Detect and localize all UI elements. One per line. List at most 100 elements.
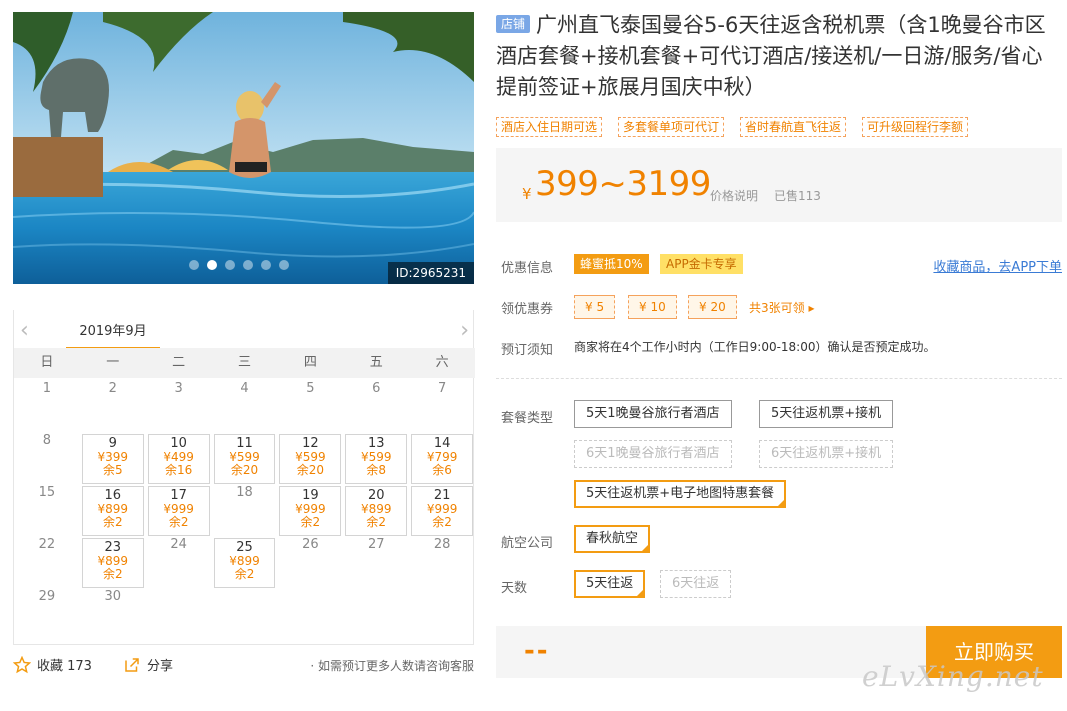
days-option-5d[interactable]: 5天往返 (574, 570, 646, 598)
carousel-dot[interactable] (279, 260, 289, 270)
calendar-week-row: 22 23 ¥899 余2 24 25 ¥899 余2 26 27 28 (14, 536, 475, 588)
calendar-day-number: 19 (302, 488, 319, 503)
next-month-icon[interactable]: › (460, 318, 469, 343)
weekday-label: 一 (106, 355, 120, 370)
calendar-day: 22 (14, 536, 80, 588)
calendar-day-available[interactable]: 14 ¥799 余6 (411, 434, 474, 484)
calendar-day-number: 3 (174, 381, 183, 396)
calendar-day: 4 (212, 380, 278, 432)
calendar-day-available[interactable]: 19 ¥999 余2 (279, 486, 342, 536)
feature-tag: 多套餐单项可代订 (618, 117, 725, 137)
calendar-day-available[interactable]: 17 ¥999 余2 (147, 486, 210, 536)
package-option-6d-hotel[interactable]: 6天1晚曼谷旅行者酒店 (574, 440, 732, 468)
calendar-day-number: 17 (170, 488, 187, 503)
calendar-day-available[interactable]: 10 ¥499 余16 (147, 434, 210, 484)
booking-notice: 商家将在4个工作小时内（工作日9:00-18:00）确认是否预定成功。 (574, 340, 936, 354)
carousel-dot[interactable] (261, 260, 271, 270)
days-label: 天数 (501, 581, 528, 596)
favorite-button[interactable]: 收藏 173 (13, 655, 92, 674)
coupon-5[interactable]: ¥ 5 (574, 295, 616, 319)
calendar-day-available[interactable]: 16 ¥899 余2 (81, 486, 144, 536)
shop-badge[interactable]: 店铺 (496, 15, 531, 33)
calendar-weekdays: 日 一 二 三 四 五 六 (14, 348, 475, 378)
sold-count: 已售113 (774, 189, 821, 203)
calendar-day-number: 23 (104, 540, 122, 555)
calendar-day-number: 5 (306, 381, 315, 396)
image-id-label: ID:2965231 (387, 262, 474, 284)
calendar-day-stock: 余2 (234, 567, 255, 581)
section-divider (496, 378, 1062, 379)
weekday-label: 五 (369, 355, 383, 370)
weekday-label: 二 (172, 355, 186, 370)
calendar-day-number: 10 (170, 436, 187, 451)
package-option-6d-flight-pickup[interactable]: 6天往返机票+接机 (759, 440, 894, 468)
app-gold-card-badge: APP金卡专享 (660, 254, 743, 274)
calendar-day-available[interactable]: 21 ¥999 余2 (411, 486, 474, 536)
calendar-day-available[interactable]: 23 ¥899 余2 (81, 538, 144, 588)
calendar-day-available[interactable]: 9 ¥399 余5 (81, 434, 144, 484)
weekday-label: 四 (303, 355, 317, 370)
calendar-day: 7 (409, 380, 475, 432)
airline-option-spring[interactable]: 春秋航空 (574, 525, 651, 553)
calendar-day: 5 (277, 380, 343, 432)
feature-tag: 可升级回程行李额 (862, 117, 969, 137)
calendar-day-stock: 余2 (300, 515, 321, 529)
calendar-day-number: 16 (104, 488, 122, 503)
calendar-day-available[interactable]: 11 ¥599 余20 (213, 434, 276, 484)
weekday-label: 日 (40, 355, 54, 370)
calendar-day: 1 (14, 380, 80, 432)
weekday-label: 六 (435, 355, 449, 370)
calendar-day: 3 (146, 380, 212, 432)
carousel-dot[interactable] (225, 260, 235, 270)
calendar-day-number: 21 (433, 488, 451, 503)
price-calendar: ‹ 2019年9月 › 日 一 二 三 四 五 六 1 2 3 4 5 6 7 8 9 ¥399 余… (13, 310, 475, 645)
calendar-day: 29 (14, 588, 80, 640)
product-hero-image[interactable]: ID:2965231 (13, 12, 474, 284)
calendar-day-available[interactable]: 20 ¥899 余2 (345, 486, 408, 536)
feature-tag: 酒店入住日期可选 (496, 117, 603, 137)
days-option-6d[interactable]: 6天往返 (660, 570, 732, 598)
coupon-10[interactable]: ¥ 10 (628, 295, 677, 319)
calendar-day-stock: 余2 (168, 515, 189, 529)
calendar-day-available[interactable]: 25 ¥899 余2 (213, 538, 276, 588)
calendar-day-stock: 余2 (366, 515, 387, 529)
promo-label: 优惠信息 (501, 261, 554, 276)
price-explanation-link[interactable]: 价格说明 (710, 187, 758, 204)
carousel-dot[interactable] (243, 260, 253, 270)
prev-month-icon[interactable]: ‹ (20, 318, 29, 343)
more-coupons-link[interactable]: 共3张可领 ▸ (749, 299, 814, 316)
calendar-day-number: 1 (42, 381, 52, 396)
calendar-day: 30 (80, 588, 146, 640)
package-label: 套餐类型 (501, 411, 554, 426)
favorite-app-link[interactable]: 收藏商品，去APP下单 (933, 256, 1062, 275)
product-actions: 收藏 173 分享 · 如需预订更多人数请咨询客服 (13, 655, 474, 677)
calendar-day-number: 26 (302, 537, 319, 552)
calendar-month-tab[interactable]: 2019年9月 (66, 320, 160, 350)
calendar-day-number: 14 (433, 436, 451, 451)
package-option-5d-flight-map[interactable]: 5天往返机票+电子地图特惠套餐 (574, 480, 787, 508)
share-icon (125, 657, 139, 672)
calendar-day-number: 27 (367, 537, 385, 552)
calendar-day-number: 20 (367, 488, 385, 503)
calendar-day-available[interactable]: 12 ¥599 余20 (279, 434, 342, 484)
package-option-5d-hotel[interactable]: 5天1晚曼谷旅行者酒店 (574, 400, 732, 428)
share-label: 分享 (147, 659, 174, 674)
product-title-block: 店铺 广州直飞泰国曼谷5-6天往返含税机票（含1晚曼谷市区酒店套餐+接机套餐+可代… (496, 10, 1062, 103)
feature-tag: 省时春航直飞往返 (740, 117, 847, 137)
calendar-day-stock: 余2 (102, 567, 123, 581)
package-option-5d-flight-pickup[interactable]: 5天往返机票+接机 (759, 400, 894, 428)
calendar-day-number: 9 (108, 436, 117, 451)
calendar-day-number: 2 (108, 381, 117, 396)
calendar-day-number: 15 (38, 485, 56, 500)
coupon-20[interactable]: ¥ 20 (688, 295, 737, 319)
calendar-day: 28 (409, 536, 475, 588)
calendar-day-number: 4 (240, 381, 249, 396)
airline-label: 航空公司 (501, 536, 554, 551)
carousel-dot[interactable] (189, 260, 199, 270)
coupon-label: 领优惠券 (501, 302, 554, 317)
share-button[interactable]: 分享 (123, 655, 173, 674)
price-box: ¥ 399~3199 价格说明 已售113 (496, 148, 1062, 222)
calendar-day-stock: 余20 (296, 463, 324, 477)
carousel-dot-active[interactable] (207, 260, 217, 270)
calendar-day-available[interactable]: 13 ¥599 余8 (345, 434, 408, 484)
